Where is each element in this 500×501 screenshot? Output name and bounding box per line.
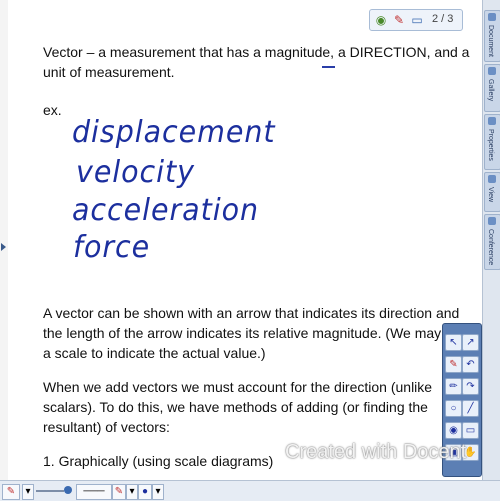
redo-icon[interactable]: ↷ bbox=[462, 378, 479, 395]
color-picker-icon[interactable]: ✎ bbox=[112, 484, 126, 500]
paragraph-1-line-3: a scale to indicate the actual value.) bbox=[43, 345, 266, 361]
page-navigator: ◉ ✎ ▭ 2 / 3 bbox=[369, 9, 463, 31]
document-icon bbox=[488, 13, 496, 21]
properties-icon bbox=[488, 117, 496, 125]
list-item-1: 1. Graphically (using scale diagrams) bbox=[43, 453, 274, 469]
tab-document[interactable]: Document bbox=[484, 10, 500, 62]
line-icon[interactable]: ╱ bbox=[462, 400, 479, 417]
pen-icon[interactable]: ✎ bbox=[392, 13, 406, 27]
handwritten-underline bbox=[322, 66, 335, 68]
bottom-toolbar: ✎ ▾ ─── ✎ ▾ ● ▾ bbox=[0, 480, 500, 501]
eraser-icon[interactable]: ▭ bbox=[410, 13, 424, 27]
definition-line-1: Vector – a measurement that has a magnit… bbox=[43, 44, 470, 60]
pen-color-icon[interactable]: ✎ bbox=[2, 484, 20, 500]
move-icon[interactable]: ↗ bbox=[462, 334, 479, 351]
paragraph-1-line-2: the length of the arrow indicates its re… bbox=[43, 325, 468, 341]
example-label: ex. bbox=[43, 102, 62, 118]
tab-properties[interactable]: Properties bbox=[484, 114, 500, 170]
eraser-tool-icon[interactable]: ▭ bbox=[462, 422, 479, 439]
conference-icon bbox=[488, 217, 496, 225]
handwritten-word-force: force bbox=[73, 230, 151, 265]
page-number: 2 / 3 bbox=[432, 13, 454, 25]
handwritten-word-acceleration: acceleration bbox=[72, 193, 259, 228]
fill-dropdown-icon[interactable]: ▾ bbox=[152, 484, 164, 500]
slider-handle[interactable] bbox=[64, 486, 72, 494]
pen-tool-icon[interactable]: ✎ bbox=[445, 356, 462, 373]
line-style-select[interactable]: ─── bbox=[76, 484, 112, 500]
handwritten-word-velocity: velocity bbox=[76, 155, 195, 190]
paragraph-2-line-3: resultant) of vectors: bbox=[43, 419, 170, 435]
select-icon[interactable]: ↖ bbox=[445, 334, 462, 351]
paragraph-2-line-1: When we add vectors we must account for … bbox=[43, 379, 433, 395]
undo-icon[interactable]: ↶ bbox=[462, 356, 479, 373]
thickness-slider[interactable] bbox=[36, 490, 64, 492]
color-dropdown-icon[interactable]: ▾ bbox=[126, 484, 138, 500]
gallery-icon bbox=[488, 67, 496, 75]
tab-view[interactable]: View bbox=[484, 172, 500, 212]
tab-gallery[interactable]: Gallery bbox=[484, 64, 500, 112]
dropdown-icon[interactable]: ▾ bbox=[22, 484, 34, 500]
fill-color-icon[interactable]: ● bbox=[138, 484, 152, 500]
view-icon bbox=[488, 175, 496, 183]
handwritten-word-displacement: displacement bbox=[72, 115, 276, 150]
paragraph-1-line-1: A vector can be shown with an arrow that… bbox=[43, 305, 460, 321]
expand-left-icon[interactable] bbox=[1, 243, 6, 251]
definition-line-2: unit of measurement. bbox=[43, 64, 175, 80]
watermark: Created with Docent bbox=[285, 441, 467, 463]
fill-icon[interactable]: ◉ bbox=[445, 422, 462, 439]
highlighter-icon[interactable]: ✏ bbox=[445, 378, 462, 395]
paragraph-2-line-2: scalars). To do this, we have methods of… bbox=[43, 399, 428, 415]
tab-conference[interactable]: Conference bbox=[484, 214, 500, 270]
shape-icon[interactable]: ○ bbox=[445, 400, 462, 417]
right-sidebar: Document Gallery Properties View Confere… bbox=[482, 0, 500, 480]
bulb-icon[interactable]: ◉ bbox=[374, 13, 388, 27]
